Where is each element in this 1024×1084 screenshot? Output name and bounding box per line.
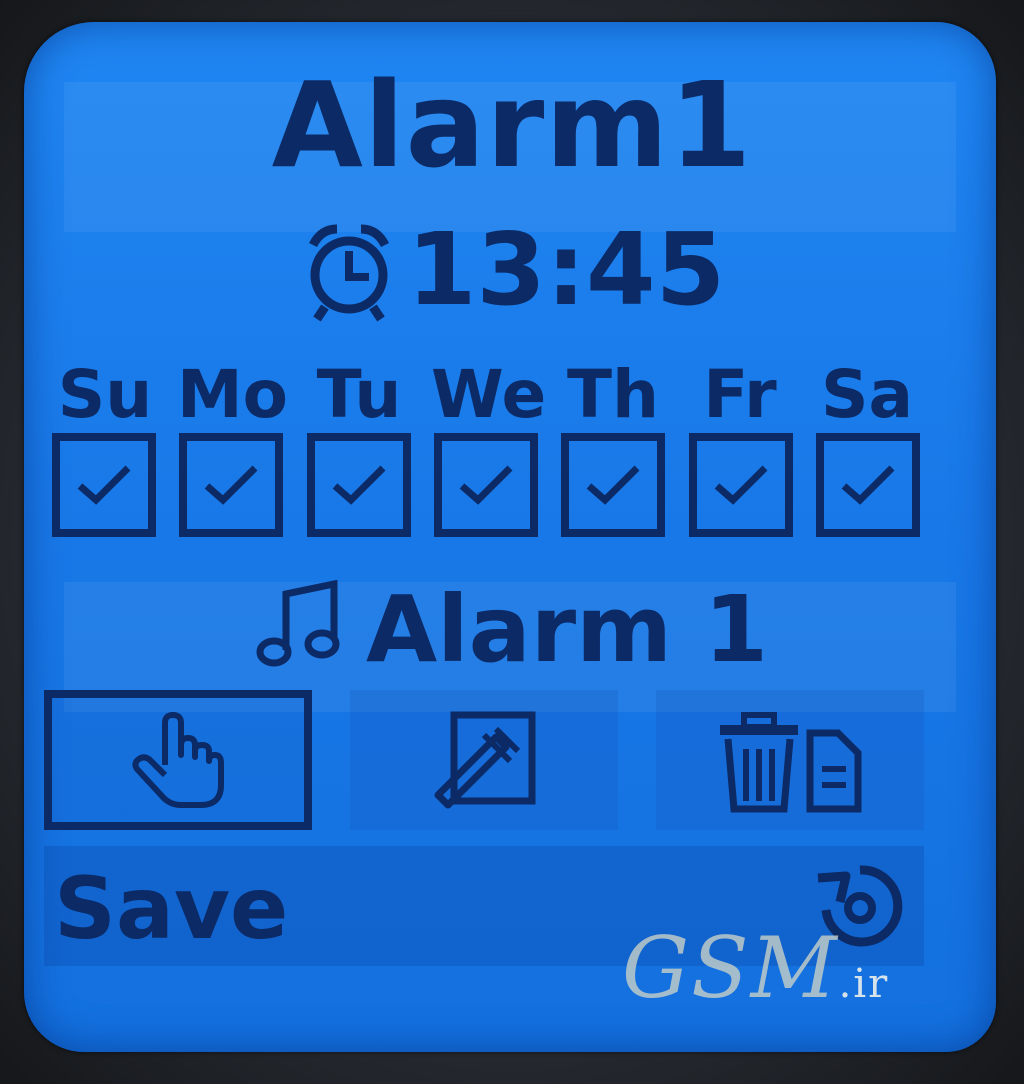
edit-pencil-icon bbox=[434, 711, 536, 809]
checkmark-icon bbox=[587, 465, 640, 505]
checkmark-icon bbox=[459, 465, 513, 505]
edit-action-button[interactable] bbox=[350, 690, 618, 830]
checkmark-icon bbox=[714, 465, 768, 505]
alarm-clock-icon bbox=[308, 224, 389, 322]
day-label-fr: Fr bbox=[703, 356, 777, 433]
alarm-tone-row[interactable]: Alarm 1 bbox=[0, 570, 1024, 690]
alarm-tone-label: Alarm 1 bbox=[365, 576, 769, 683]
checkmark-icon bbox=[205, 465, 258, 505]
weekday-checkboxes bbox=[52, 433, 920, 537]
trash-delete-icon bbox=[720, 712, 862, 813]
checkmark-icon bbox=[841, 465, 895, 505]
save-softkey[interactable]: Save bbox=[54, 854, 288, 964]
hand-pointer-icon bbox=[132, 712, 224, 808]
day-checkbox-mo[interactable] bbox=[179, 433, 284, 537]
day-checkbox-th[interactable] bbox=[561, 433, 666, 537]
day-label-we: We bbox=[431, 356, 547, 433]
weekday-labels: Su Mo Tu We Th Fr Sa bbox=[50, 350, 922, 440]
day-label-sa: Sa bbox=[820, 356, 914, 433]
day-label-mo: Mo bbox=[177, 356, 289, 433]
checkmark-icon bbox=[77, 465, 131, 505]
action-bar bbox=[44, 690, 924, 836]
select-action-button[interactable] bbox=[44, 690, 312, 830]
delete-action-button[interactable] bbox=[656, 690, 924, 830]
watermark-sub: .ir bbox=[838, 961, 890, 1007]
day-label-th: Th bbox=[566, 356, 659, 433]
alarm-title: Alarm1 bbox=[271, 56, 753, 194]
alarm-time: 13:45 bbox=[406, 211, 726, 328]
day-checkbox-fr[interactable] bbox=[688, 433, 793, 537]
day-checkbox-su[interactable] bbox=[52, 433, 156, 537]
day-checkbox-tu[interactable] bbox=[306, 433, 411, 537]
day-checkbox-sa[interactable] bbox=[815, 433, 920, 537]
day-checkbox-we[interactable] bbox=[433, 433, 538, 537]
gsm-watermark: GSM.ir bbox=[622, 918, 889, 1034]
alarm-time-row[interactable]: 13:45 bbox=[0, 215, 1024, 325]
watermark-main: GSM bbox=[622, 919, 839, 1017]
day-label-tu: Tu bbox=[316, 356, 402, 433]
checkmark-icon bbox=[332, 465, 386, 505]
music-note-icon bbox=[256, 580, 340, 667]
day-label-su: Su bbox=[57, 356, 153, 433]
